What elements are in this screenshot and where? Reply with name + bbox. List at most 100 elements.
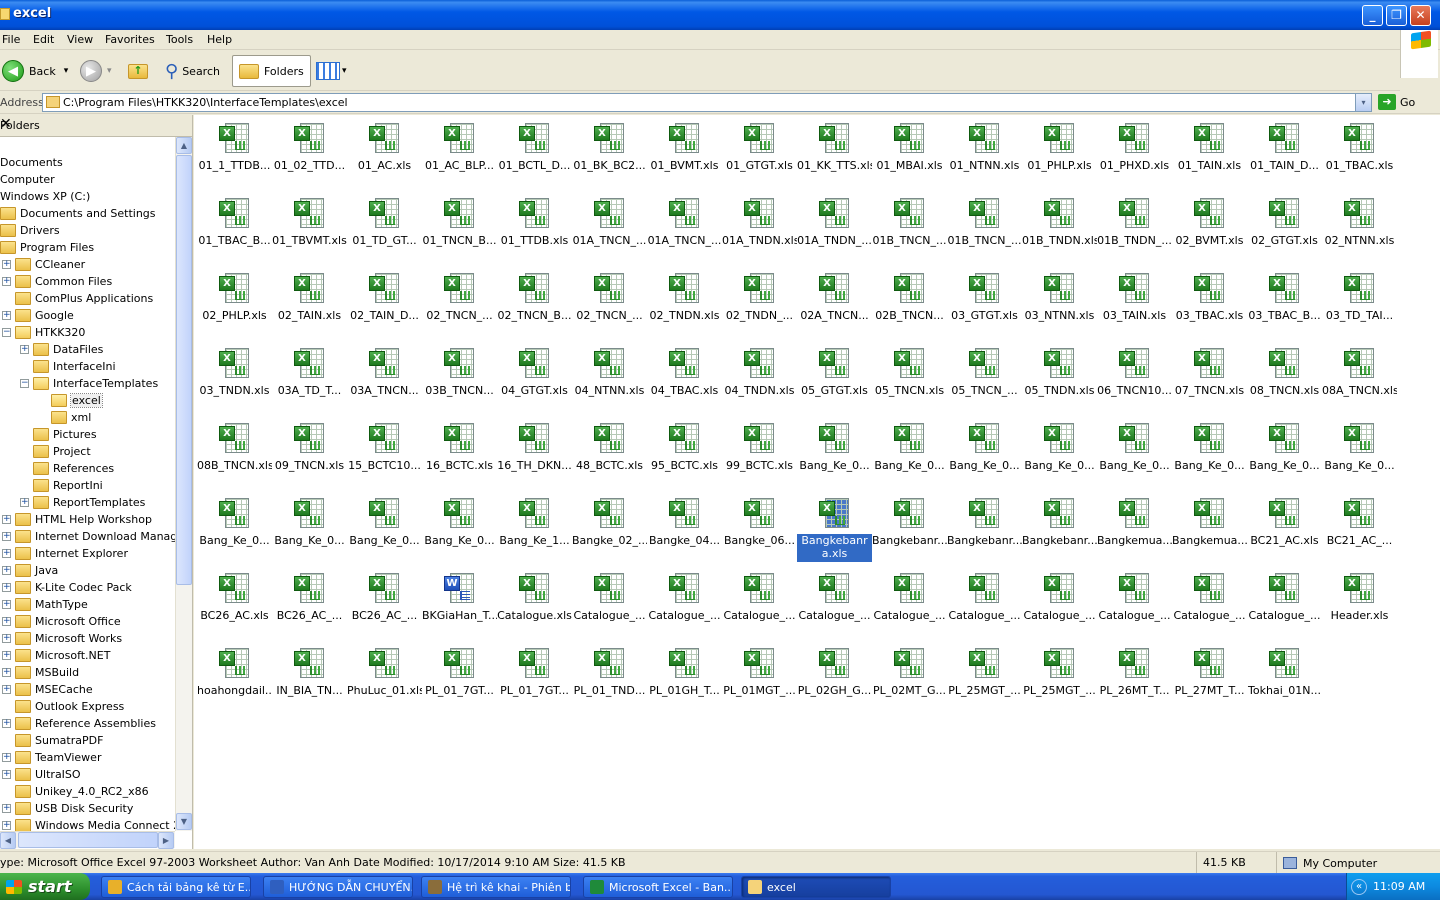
scroll-right-icon[interactable]: ▶ (158, 832, 174, 849)
file-item[interactable]: X Bang_Ke_0... (1322, 419, 1397, 489)
menu-help[interactable]: Help (207, 33, 232, 46)
file-item[interactable]: X 04_TNDN.xls (722, 344, 797, 414)
file-item[interactable]: X Catalogue_... (797, 569, 872, 639)
file-item[interactable]: X 02_TNDN.xls (647, 269, 722, 339)
file-item[interactable]: X 01_BK_BC2... (572, 119, 647, 189)
file-list-view[interactable]: X 01_1_TTDB... X 01_02_TTD... X 01_AC.xls X 01_… (194, 115, 1440, 849)
file-item[interactable]: X Bangkebanra.xls (796, 494, 873, 564)
tree-item[interactable]: ReportIni (20, 477, 103, 494)
tree-item[interactable]: + Google (2, 307, 74, 324)
tree-item[interactable]: InterfaceIni (20, 358, 116, 375)
expand-toggle-icon[interactable]: − (20, 379, 29, 388)
file-item[interactable]: X 01_TAIN_D... (1247, 119, 1322, 189)
file-item[interactable]: X 02_GTGT.xls (1247, 194, 1322, 264)
file-item[interactable]: X 03_TNDN.xls (197, 344, 272, 414)
title-bar[interactable]: excel _ ❐ ✕ (0, 0, 1440, 30)
scroll-down-icon[interactable]: ▼ (176, 813, 192, 830)
file-item[interactable]: X Bang_Ke_0... (1022, 419, 1097, 489)
start-button[interactable]: start (0, 873, 90, 900)
address-input[interactable]: C:\Program Files\HTKK320\InterfaceTempla… (42, 93, 1372, 112)
tree-item[interactable]: Computer (0, 171, 55, 188)
file-item[interactable]: X Catalogue_... (1097, 569, 1172, 639)
file-item[interactable]: X 01A_TNCN_... (647, 194, 722, 264)
tree-item[interactable]: Drivers (0, 222, 60, 239)
file-item[interactable]: X 95_BCTC.xls (647, 419, 722, 489)
file-item[interactable]: X 02_TAIN_D... (347, 269, 422, 339)
file-item[interactable]: X 03_TBAC.xls (1172, 269, 1247, 339)
file-item[interactable]: X Bang_Ke_0... (947, 419, 1022, 489)
scroll-up-icon[interactable]: ▲ (176, 137, 192, 154)
scroll-thumb[interactable] (18, 832, 158, 848)
tree-item[interactable]: Project (20, 443, 91, 460)
file-item[interactable]: X 03_TD_TAI... (1322, 269, 1397, 339)
expand-toggle-icon[interactable]: + (2, 277, 11, 286)
tree-item[interactable]: + MSBuild (2, 664, 79, 681)
tree-item[interactable]: + HTML Help Workshop (2, 511, 152, 528)
file-item[interactable]: X 01_TTDB.xls (497, 194, 572, 264)
file-item[interactable]: X PL_01_7GT... (497, 644, 572, 714)
file-item[interactable]: X PL_25MGT_... (947, 644, 1022, 714)
file-item[interactable]: X 02B_TNCN... (872, 269, 947, 339)
tree-item[interactable]: Documents and Settings (0, 205, 156, 222)
file-item[interactable]: X Catalogue_... (872, 569, 947, 639)
file-item[interactable]: X 01_TBAC.xls (1322, 119, 1397, 189)
expand-toggle-icon[interactable]: + (2, 532, 11, 541)
file-item[interactable]: X 03B_TNCN... (422, 344, 497, 414)
tree-item[interactable]: Documents (0, 154, 63, 171)
file-item[interactable]: X 03_NTNN.xls (1022, 269, 1097, 339)
file-item[interactable]: X PL_27MT_T... (1172, 644, 1247, 714)
file-item[interactable]: X Catalogue_... (572, 569, 647, 639)
file-item[interactable]: X 03A_TNCN... (347, 344, 422, 414)
scroll-left-icon[interactable]: ◀ (0, 832, 16, 849)
expand-toggle-icon[interactable]: + (2, 668, 11, 677)
taskbar-button[interactable]: Hệ trì kê khai - Phiên b... (421, 876, 571, 898)
file-item[interactable]: X 01B_TNCN_... (872, 194, 947, 264)
tree-item[interactable]: Unikey_4.0_RC2_x86 (2, 783, 149, 800)
file-item[interactable]: X 07_TNCN.xls (1172, 344, 1247, 414)
file-item[interactable]: X 01B_TNDN_... (1097, 194, 1172, 264)
expand-toggle-icon[interactable]: − (2, 328, 11, 337)
menu-file[interactable]: File (2, 33, 20, 46)
file-item[interactable]: X 01B_TNCN_... (947, 194, 1022, 264)
taskbar-button[interactable]: HƯỚNG DẪN CHUYỂN... (263, 876, 413, 898)
folders-button[interactable]: Folders (232, 55, 311, 87)
file-item[interactable]: X 05_GTGT.xls (797, 344, 872, 414)
file-item[interactable]: X Bangke_06... (722, 494, 797, 564)
file-item[interactable]: X 02_TNDN_... (722, 269, 797, 339)
close-pane-icon[interactable]: ✕ (0, 116, 180, 132)
file-item[interactable]: X 01_TNCN_B... (422, 194, 497, 264)
file-item[interactable]: X PhuLuc_01.xls (347, 644, 422, 714)
menu-view[interactable]: View (67, 33, 93, 46)
file-item[interactable]: X 08_TNCN.xls (1247, 344, 1322, 414)
tree-item[interactable]: + Reference Assemblies (2, 715, 156, 732)
expand-toggle-icon[interactable]: + (2, 753, 11, 762)
file-item[interactable]: X 01A_TNDN.xls (722, 194, 797, 264)
expand-toggle-icon[interactable]: + (2, 600, 11, 609)
file-item[interactable]: X 01_TBAC_B... (197, 194, 272, 264)
file-item[interactable]: X 08A_TNCN.xls (1322, 344, 1397, 414)
file-item[interactable]: X 01_NTNN.xls (947, 119, 1022, 189)
tree-item[interactable]: + Internet Download Manager (2, 528, 175, 545)
expand-toggle-icon[interactable]: + (2, 260, 11, 269)
forward-button[interactable]: ▶ ▾ (80, 55, 112, 87)
views-button[interactable]: ▾ (316, 55, 347, 87)
file-item[interactable]: X Catalogue_... (947, 569, 1022, 639)
tree-item[interactable]: SumatraPDF (2, 732, 103, 749)
file-item[interactable]: X PL_02GH_G... (797, 644, 872, 714)
expand-toggle-icon[interactable]: + (20, 345, 29, 354)
file-item[interactable]: X 04_GTGT.xls (497, 344, 572, 414)
file-item[interactable]: X 02_NTNN.xls (1322, 194, 1397, 264)
file-item[interactable]: X Tokhai_01N... (1247, 644, 1322, 714)
tree-item[interactable]: + UltraISO (2, 766, 81, 783)
tree-vertical-scrollbar[interactable]: ▲ ▼ (175, 137, 192, 831)
expand-toggle-icon[interactable]: + (2, 515, 11, 524)
file-item[interactable]: X 01A_TNDN_... (797, 194, 872, 264)
file-item[interactable]: X Bang_Ke_0... (1247, 419, 1322, 489)
expand-toggle-icon[interactable]: + (2, 634, 11, 643)
forward-dropdown-icon[interactable]: ▾ (107, 66, 112, 76)
taskbar-button[interactable]: Cách tải bảng kê từ E... (101, 876, 251, 898)
file-item[interactable]: X 05_TNCN_... (947, 344, 1022, 414)
tree-item[interactable]: + MathType (2, 596, 88, 613)
file-item[interactable]: X BC21_AC_... (1322, 494, 1397, 564)
file-item[interactable]: X Bangke_02_... (572, 494, 647, 564)
